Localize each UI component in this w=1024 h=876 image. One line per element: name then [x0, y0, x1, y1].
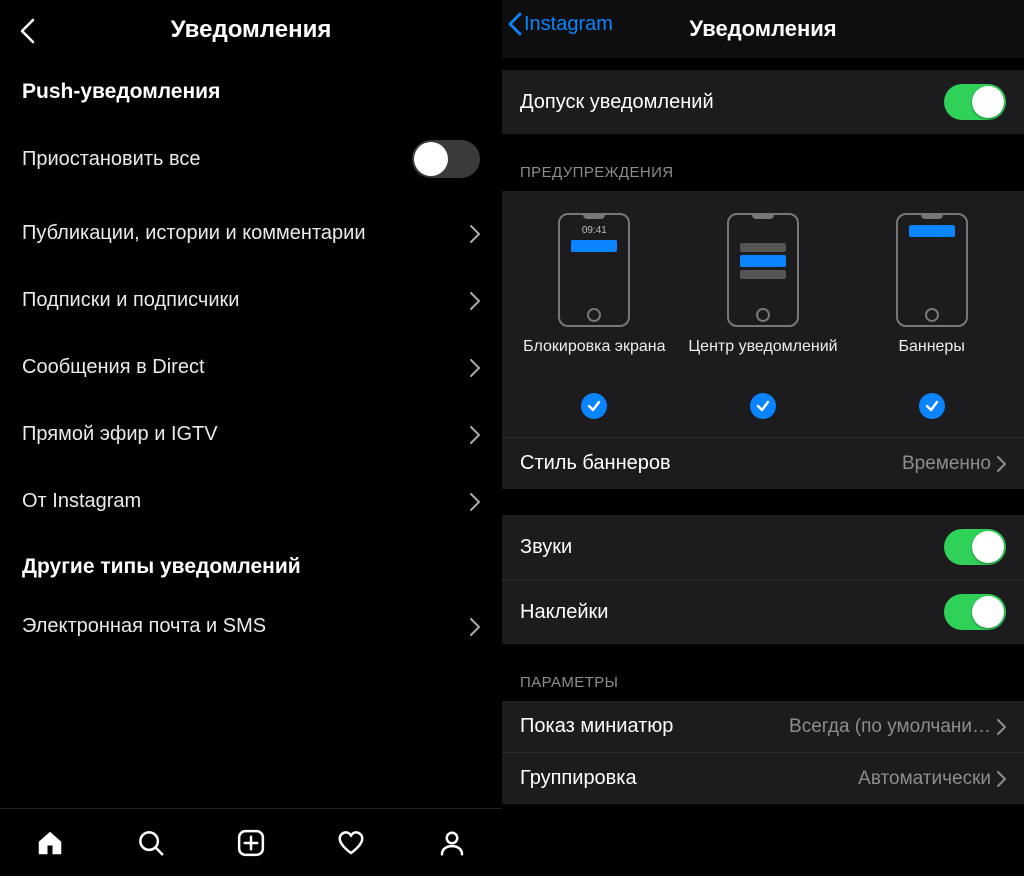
row-label: Прямой эфир и IGTV: [22, 423, 218, 446]
grouping-value: Автоматически: [858, 768, 991, 790]
instagram-header: Уведомления: [0, 0, 502, 60]
page-title: Уведомления: [171, 16, 332, 44]
chevron-right-icon: [470, 618, 480, 636]
params-header: ПАРАМЕТРЫ: [502, 644, 1024, 701]
alert-center-label: Центр уведомлений: [683, 337, 843, 377]
grouping-label: Группировка: [520, 767, 637, 790]
check-center[interactable]: [750, 393, 776, 419]
check-lock[interactable]: [581, 393, 607, 419]
back-label: Instagram: [524, 13, 613, 36]
chevron-right-icon: [470, 292, 480, 310]
check-banner[interactable]: [919, 393, 945, 419]
nav-row-follows[interactable]: Подписки и подписчики: [0, 267, 502, 334]
page-title: Уведомления: [689, 16, 836, 42]
phone-center-preview: [727, 213, 799, 327]
row-label: Подписки и подписчики: [22, 289, 239, 312]
badges-label: Наклейки: [520, 601, 608, 624]
grouping-row[interactable]: Группировка Автоматически: [502, 752, 1024, 804]
row-label: Публикации, истории и комментарии: [22, 222, 366, 245]
nav-row-from-instagram[interactable]: От Instagram: [0, 468, 502, 535]
row-label: От Instagram: [22, 490, 141, 513]
allow-notifications-row[interactable]: Допуск уведомлений: [502, 70, 1024, 134]
alert-style-lock[interactable]: 09:41 Блокировка экрана: [514, 213, 674, 377]
plus-square-icon: [236, 828, 266, 858]
checkmark-icon: [587, 399, 601, 413]
ios-notification-settings-screen: Instagram Уведомления Допуск уведомлений…: [502, 0, 1024, 876]
section-other: Другие типы уведомлений: [0, 535, 502, 593]
alert-style-row: 09:41 Блокировка экрана Центр уведомлени…: [502, 191, 1024, 383]
home-icon: [35, 828, 65, 858]
ios-back-button[interactable]: Instagram: [508, 12, 613, 36]
tab-search[interactable]: [131, 823, 171, 863]
phone-banner-preview: [896, 213, 968, 327]
nav-row-email-sms[interactable]: Электронная почта и SMS: [0, 593, 502, 660]
badges-toggle[interactable]: [944, 594, 1006, 630]
nav-row-live-igtv[interactable]: Прямой эфир и IGTV: [0, 401, 502, 468]
sounds-row[interactable]: Звуки: [502, 515, 1024, 579]
chevron-right-icon: [997, 719, 1006, 735]
tab-home[interactable]: [30, 823, 70, 863]
tab-new-post[interactable]: [231, 823, 271, 863]
phone-lock-preview: 09:41: [558, 213, 630, 327]
tab-activity[interactable]: [331, 823, 371, 863]
chevron-left-icon: [508, 12, 522, 36]
chevron-right-icon: [470, 493, 480, 511]
chevron-right-icon: [997, 771, 1006, 787]
sounds-label: Звуки: [520, 536, 572, 559]
checkmark-icon: [756, 399, 770, 413]
person-icon: [437, 828, 467, 858]
previews-label: Показ миниатюр: [520, 715, 673, 738]
instagram-notifications-screen: Уведомления Push-уведомления Приостанови…: [0, 0, 502, 876]
search-icon: [136, 828, 166, 858]
banner-style-value: Временно: [902, 453, 991, 475]
previews-value: Всегда (по умолчани…: [789, 716, 991, 738]
instagram-tabbar: [0, 808, 502, 876]
row-label: Сообщения в Direct: [22, 356, 205, 379]
chevron-right-icon: [997, 456, 1006, 472]
allow-notifications-toggle[interactable]: [944, 84, 1006, 120]
pause-all-toggle[interactable]: [412, 140, 480, 178]
alert-lock-label: Блокировка экрана: [514, 337, 674, 377]
heart-icon: [336, 828, 366, 858]
chevron-left-icon: [19, 18, 35, 44]
pause-all-label: Приостановить все: [22, 148, 200, 171]
alert-style-center[interactable]: Центр уведомлений: [683, 213, 843, 377]
badges-row[interactable]: Наклейки: [502, 579, 1024, 644]
ios-header: Instagram Уведомления: [502, 0, 1024, 58]
nav-row-direct[interactable]: Сообщения в Direct: [0, 334, 502, 401]
chevron-right-icon: [470, 426, 480, 444]
chevron-right-icon: [470, 225, 480, 243]
nav-row-posts[interactable]: Публикации, истории и комментарии: [0, 200, 502, 267]
checkmark-icon: [925, 399, 939, 413]
allow-label: Допуск уведомлений: [520, 91, 714, 114]
pause-all-row[interactable]: Приостановить все: [0, 118, 502, 200]
alert-banner-label: Баннеры: [852, 337, 1012, 377]
banner-style-row[interactable]: Стиль баннеров Временно: [502, 437, 1024, 489]
alert-checks: [502, 383, 1024, 437]
chevron-right-icon: [470, 359, 480, 377]
banner-style-label: Стиль баннеров: [520, 452, 671, 475]
tab-profile[interactable]: [432, 823, 472, 863]
back-button[interactable]: [10, 14, 44, 48]
alerts-header: ПРЕДУПРЕЖДЕНИЯ: [502, 134, 1024, 191]
section-push: Push-уведомления: [0, 60, 502, 118]
alert-style-banner[interactable]: Баннеры: [852, 213, 1012, 377]
sounds-toggle[interactable]: [944, 529, 1006, 565]
row-label: Электронная почта и SMS: [22, 615, 266, 638]
previews-row[interactable]: Показ миниатюр Всегда (по умолчани…: [502, 701, 1024, 752]
